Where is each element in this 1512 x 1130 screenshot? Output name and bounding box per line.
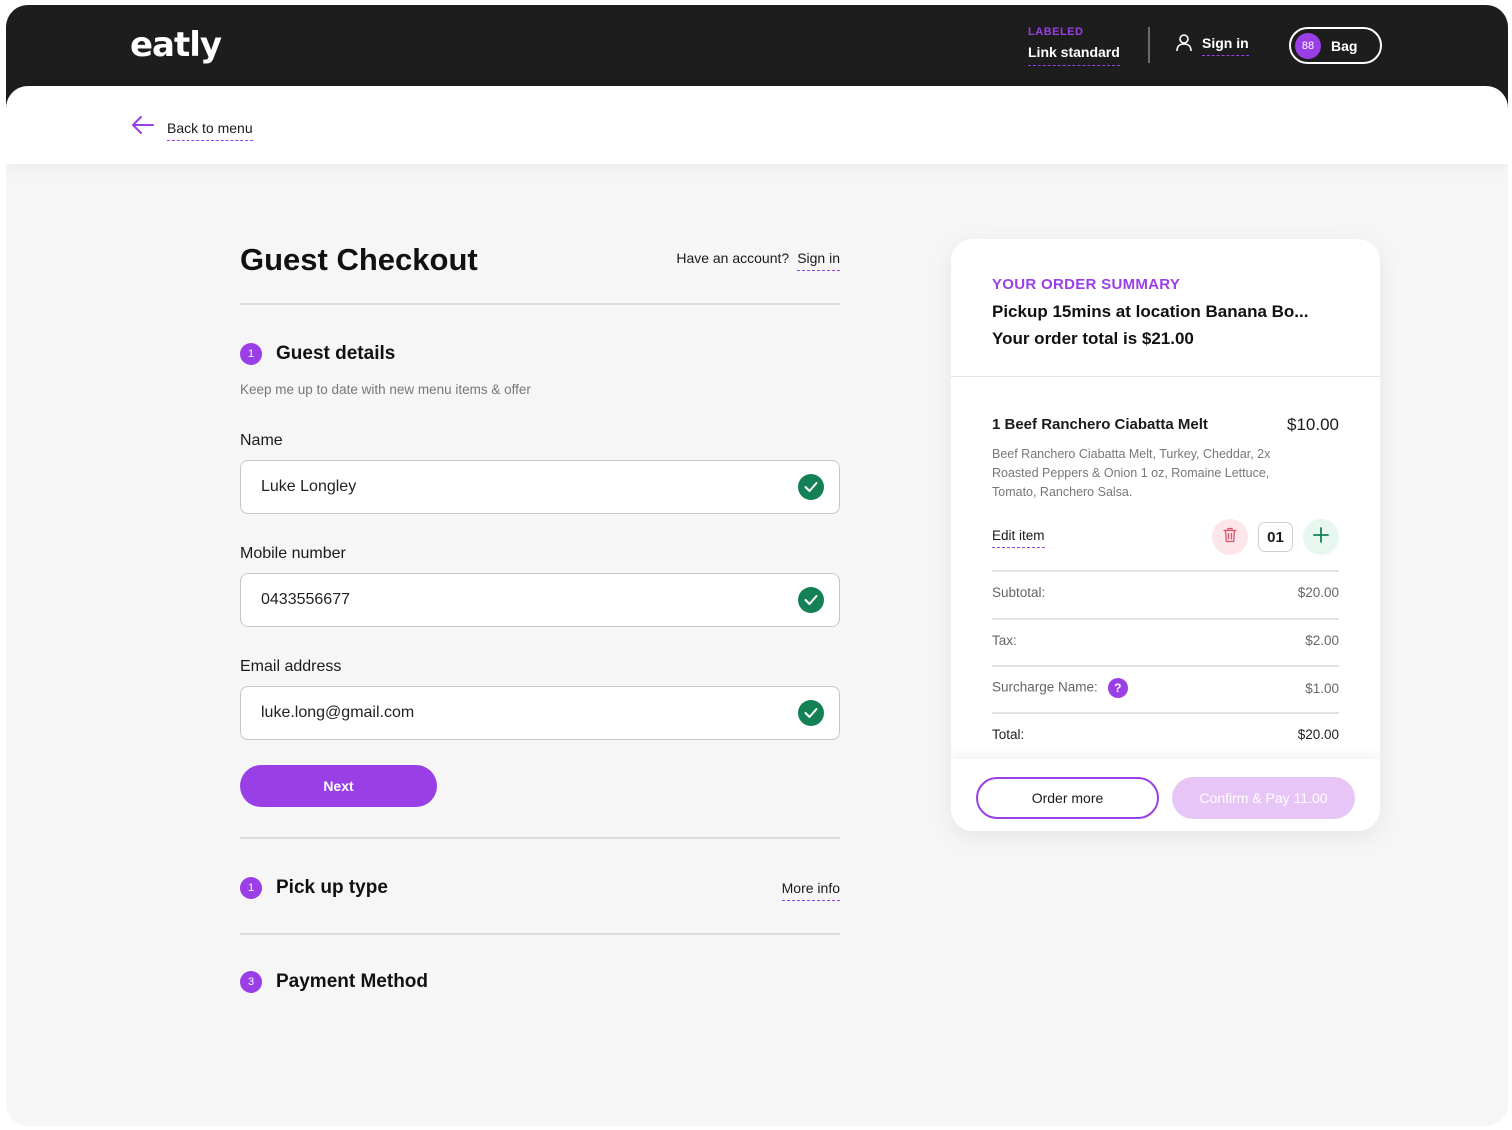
link-standard-text[interactable]: Link standard [1028,44,1120,66]
pickup-info: Pickup 15mins at location Banana Bo... [992,302,1309,321]
divider [240,933,840,935]
email-input[interactable] [261,704,741,722]
total-value: $20.00 [1297,727,1339,742]
subtotal-value: $20.00 [1297,585,1339,600]
logo[interactable]: eatly [130,25,222,65]
edit-item-link[interactable]: Edit item [992,528,1045,548]
tax-label: Tax: [992,633,1017,648]
step-payment-method[interactable]: 3 Payment Method [240,971,428,993]
have-account-text: Have an account? [676,250,790,266]
check-icon [798,587,824,613]
order-summary-header: YOUR ORDER SUMMARY Pickup 15mins at loca… [992,276,1308,349]
step-number: 1 [240,343,262,365]
step-title: Guest details [276,343,396,364]
arrow-left-icon [131,115,155,140]
bag-count-badge: 88 [1295,32,1321,59]
order-total-info: Your order total is $21.00 [992,329,1194,348]
next-button[interactable]: Next [240,765,437,807]
divider [992,570,1339,572]
step-title: Pick up type [276,877,388,898]
subtotal-row: Subtotal: $20.00 [992,585,1339,600]
divider [992,665,1339,667]
divider [992,712,1339,714]
plus-icon [1313,526,1329,548]
header-divider [1148,27,1150,63]
check-icon [798,700,824,726]
step-title: Payment Method [276,971,429,992]
trash-icon [1223,527,1237,548]
step-number: 3 [240,971,262,993]
signin-link[interactable]: Sign in [797,250,840,271]
divider [992,618,1339,620]
link-standard-label: LABELED [1028,26,1084,38]
nav-strip: Back to menu [6,86,1508,164]
mobile-input[interactable] [261,591,741,609]
total-row: Total: $20.00 [992,727,1339,742]
surcharge-value: $1.00 [1305,680,1339,696]
name-field[interactable] [240,460,840,514]
back-to-menu-link[interactable]: Back to menu [131,114,253,141]
name-label: Name [240,432,283,449]
increase-quantity-button[interactable] [1303,519,1339,555]
header-signin-label[interactable]: Sign in [1202,35,1249,56]
email-field[interactable] [240,686,840,740]
quantity-stepper: 01 [1212,519,1339,555]
step-guest-details[interactable]: 1 Guest details [240,343,395,365]
link-standard[interactable]: LABELED Link standard [1028,26,1120,66]
tax-row: Tax: $2.00 [992,633,1339,648]
step-pickup-type[interactable]: 1 Pick up type [240,877,388,899]
mobile-label: Mobile number [240,545,346,562]
check-icon [798,474,824,500]
guest-details-subtext: Keep me up to date with new menu items &… [240,382,531,397]
back-to-menu-label[interactable]: Back to menu [167,114,253,141]
divider [240,837,840,839]
have-account: Have an account? Sign in [676,250,840,271]
item-description: Beef Ranchero Ciabatta Melt, Turkey, Che… [992,447,1271,499]
surcharge-label: Surcharge Name: [992,679,1098,695]
quantity-value: 01 [1258,522,1293,552]
bag-button[interactable]: 88 Bag [1289,27,1382,64]
question-icon[interactable]: ? [1107,678,1128,698]
email-label: Email address [240,658,342,675]
confirm-pay-button[interactable]: Confirm & Pay 11.00 [1172,777,1355,819]
user-icon [1176,34,1192,57]
surcharge-label-group: Surcharge Name:? [992,678,1128,698]
divider [951,376,1380,377]
total-label: Total: [992,727,1025,742]
bag-label: Bag [1331,37,1358,54]
order-more-button[interactable]: Order more [976,777,1159,819]
header-signin[interactable]: Sign in [1176,34,1249,57]
more-info-link[interactable]: More info [781,880,840,901]
tax-value: $2.00 [1305,633,1339,648]
page-title: Guest Checkout [240,242,478,277]
remove-item-button[interactable] [1212,519,1248,555]
item-name: 1 Beef Ranchero Ciabatta Melt [992,416,1208,433]
surcharge-row: Surcharge Name:? $1.00 [992,678,1339,698]
order-summary-label: YOUR ORDER SUMMARY [992,276,1181,293]
item-price: $10.00 [1287,415,1339,434]
mobile-field[interactable] [240,573,840,627]
app-frame: eatly LABELED Link standard Sign in 88 B… [6,5,1508,1126]
step-number: 1 [240,877,262,899]
order-summary-card: YOUR ORDER SUMMARY Pickup 15mins at loca… [951,239,1380,831]
summary-footer: Order more Confirm & Pay 11.00 [951,759,1380,831]
divider [240,303,840,305]
subtotal-label: Subtotal: [992,585,1046,600]
name-input[interactable] [261,478,741,496]
